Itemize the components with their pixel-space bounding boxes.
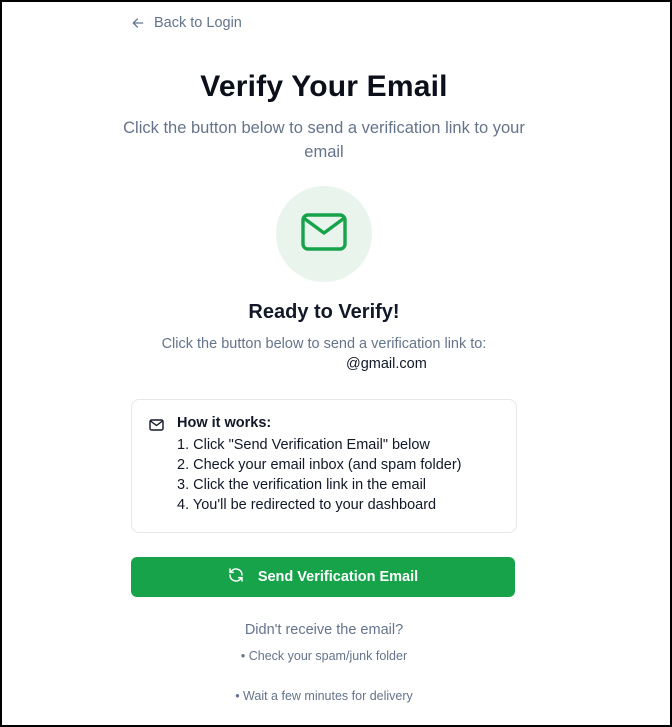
mail-icon-badge: [276, 186, 372, 282]
list-item: 4. You'll be redirected to your dashboar…: [177, 497, 437, 513]
refresh-icon: [228, 567, 244, 587]
help-tip: • Wait a few minutes for delivery: [235, 689, 413, 703]
page-frame: Back to Login Verify Your Email Click th…: [0, 0, 672, 727]
list-item: 3. Click the verification link in the em…: [177, 477, 427, 493]
page-title: Verify Your Email: [200, 70, 448, 103]
back-to-login-link[interactable]: Back to Login: [131, 15, 242, 31]
mail-icon: [300, 212, 348, 257]
help-question: Didn't receive the email?: [244, 622, 404, 638]
mail-icon: [149, 418, 164, 436]
send-verification-email-button[interactable]: Send Verification Email: [131, 557, 515, 597]
help-tips: • Check your spam/junk folder • Wait a f…: [131, 649, 517, 703]
list-item: 2. Check your email inbox (and spam fold…: [177, 457, 462, 473]
how-it-works-steps: 1. Click "Send Verification Email" below…: [177, 435, 462, 515]
arrow-left-icon: [131, 16, 145, 30]
email-address: @gmail.com: [346, 356, 427, 372]
how-it-works-box: How it works: 1. Click "Send Verificatio…: [131, 399, 517, 533]
how-it-works-heading: How it works:: [177, 415, 272, 431]
help-tip: • Check your spam/junk folder: [240, 649, 408, 663]
back-to-login-label: Back to Login: [154, 15, 242, 31]
send-to-text: Click the button below to send a verific…: [161, 336, 487, 352]
send-verification-email-label: Send Verification Email: [257, 569, 419, 585]
list-item: 1. Click "Send Verification Email" below: [177, 437, 430, 453]
page-subtitle: Click the button below to send a verific…: [123, 119, 525, 161]
status-heading: Ready to Verify!: [248, 301, 400, 323]
